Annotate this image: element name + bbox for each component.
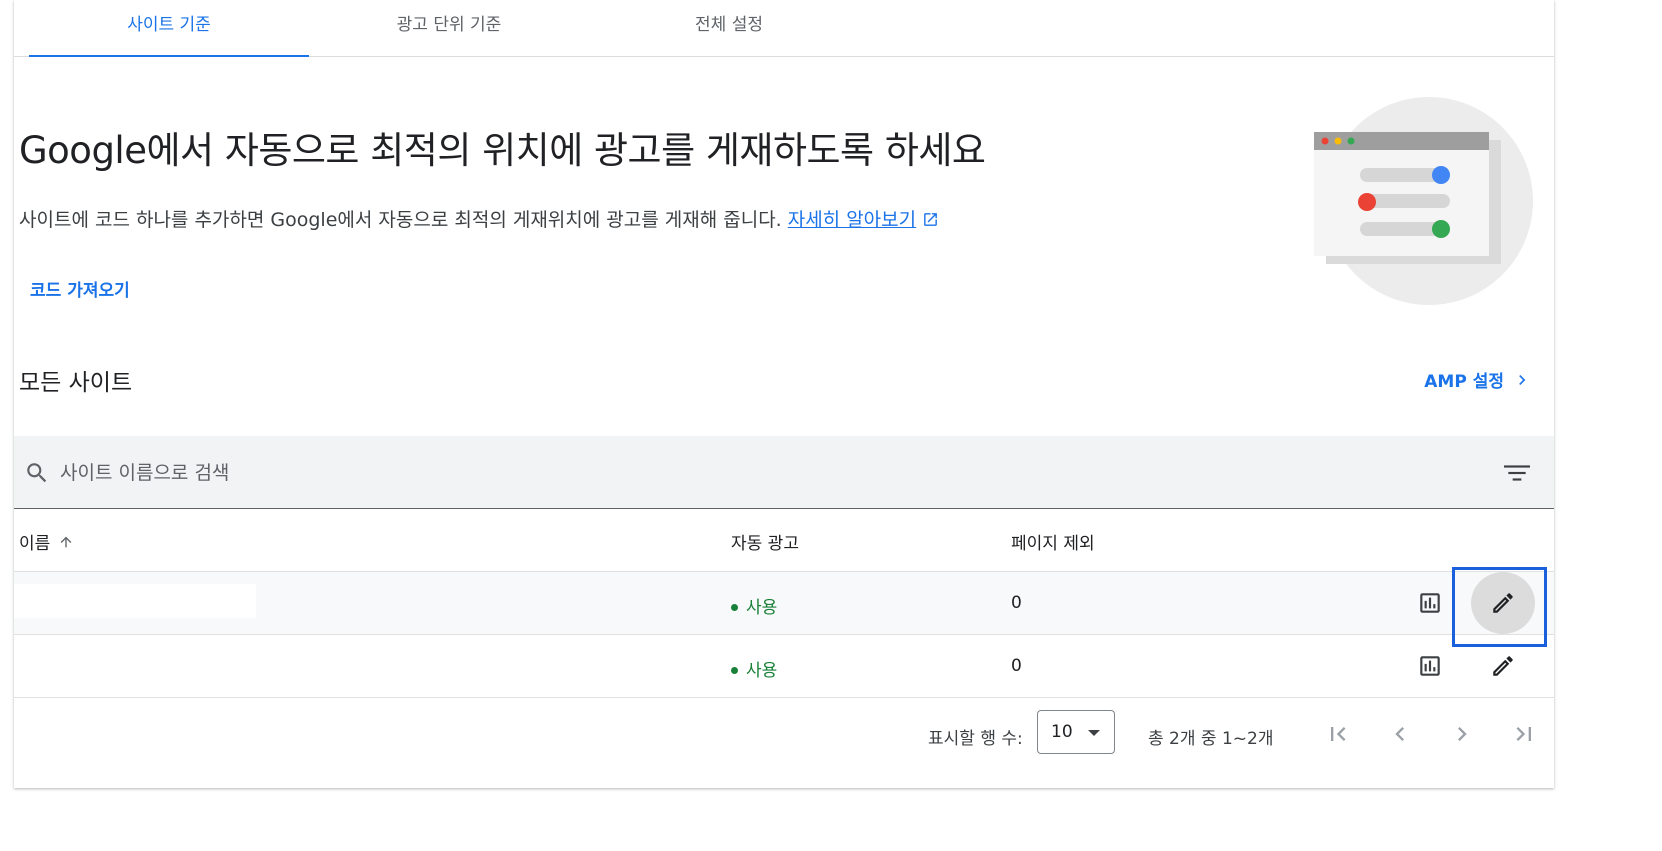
tab-global-settings[interactable]: 전체 설정 (589, 0, 869, 56)
previous-page-icon[interactable] (1386, 720, 1414, 748)
column-name-label: 이름 (19, 534, 51, 554)
column-page-exclusions: 페이지 제외 (1011, 534, 1095, 554)
open-in-new-icon[interactable] (922, 211, 939, 228)
edit-button[interactable] (1471, 572, 1535, 634)
filter-icon[interactable] (1504, 462, 1530, 484)
auto-ads-illustration (1314, 97, 1533, 305)
arrow-up-icon (60, 536, 72, 547)
page-headline: Google에서 자동으로 최적의 위치에 광고를 게재하도록 하세요 (19, 129, 986, 172)
rows-per-page-select[interactable]: 10 (1037, 710, 1115, 754)
next-page-icon[interactable] (1448, 720, 1476, 748)
amp-settings-link[interactable]: AMP 설정 (1424, 367, 1532, 392)
status-dot (731, 667, 738, 674)
tab-by-site[interactable]: 사이트 기준 (29, 0, 309, 57)
table-header: 이름 자동 광고 페이지 제외 (14, 509, 1554, 572)
bar-chart-icon (1420, 593, 1440, 613)
learn-more-link[interactable]: 자세히 알아보기 (788, 209, 916, 231)
rows-per-page-label: 표시할 행 수: (928, 729, 1023, 749)
pencil-icon (1493, 593, 1513, 613)
tab-by-ad-unit[interactable]: 광고 단위 기준 (309, 0, 589, 56)
chevron-right-icon (1519, 374, 1526, 385)
table-row[interactable]: 사용 0 (14, 635, 1554, 698)
page-exclusions-count: 0 (1011, 593, 1022, 613)
column-name[interactable]: 이름 (19, 529, 74, 554)
status-dot (731, 604, 738, 611)
pencil-icon (1493, 656, 1513, 676)
first-page-icon[interactable] (1324, 720, 1352, 748)
auto-ads-status: 사용 (731, 656, 777, 681)
search-bar (14, 436, 1554, 509)
hero-description: 사이트에 코드 하나를 추가하면 Google에서 자동으로 최적의 게재위치에… (19, 205, 939, 232)
table-row[interactable]: 사용 0 (14, 567, 1554, 647)
auto-ads-status-label: 사용 (746, 598, 778, 618)
dropdown-caret-icon (1088, 730, 1100, 736)
bar-chart-icon (1420, 656, 1440, 676)
pagination-range: 총 2개 중 1~2개 (1148, 729, 1274, 749)
column-auto-ads: 자동 광고 (731, 534, 799, 554)
report-button[interactable] (1410, 583, 1450, 623)
amp-settings-label: AMP 설정 (1424, 372, 1504, 392)
auto-ads-status-label: 사용 (746, 661, 778, 681)
tab-bar: 사이트 기준 광고 단위 기준 전체 설정 (14, 0, 1554, 57)
site-name[interactable] (14, 584, 256, 618)
auto-ads-status: 사용 (731, 593, 777, 618)
page-exclusions-count: 0 (1011, 656, 1022, 676)
search-input[interactable] (58, 454, 1462, 492)
pagination: 표시할 행 수: 10 총 2개 중 1~2개 (14, 698, 1554, 772)
description-text: 사이트에 코드 하나를 추가하면 Google에서 자동으로 최적의 게재위치에… (19, 209, 782, 231)
last-page-icon[interactable] (1510, 720, 1538, 748)
get-code-button[interactable]: 코드 가져오기 (30, 276, 130, 301)
section-title: 모든 사이트 (19, 370, 133, 396)
report-button[interactable] (1410, 646, 1450, 686)
site-name[interactable] (14, 647, 256, 681)
edit-button[interactable] (1483, 646, 1523, 686)
rows-per-page-value: 10 (1051, 722, 1073, 742)
search-icon (27, 463, 47, 483)
sites-card: 사이트 기준 광고 단위 기준 전체 설정 Google에서 자동으로 최적의 … (14, 0, 1554, 788)
